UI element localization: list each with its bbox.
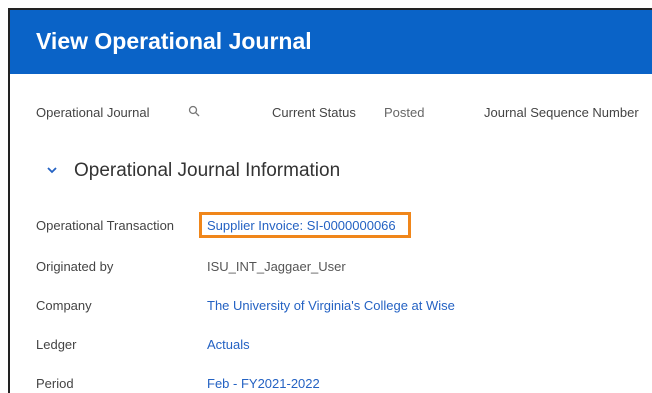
chevron-down-icon[interactable]	[46, 164, 58, 176]
period-link[interactable]: Feb - FY2021-2022	[207, 376, 320, 391]
search-icon[interactable]	[188, 105, 200, 117]
field-label: Period	[36, 376, 74, 391]
field-row-period: Period Feb - FY2021-2022	[10, 376, 652, 393]
status-bar: Operational Journal Current Status Poste…	[10, 105, 652, 125]
journal-sequence-label: Journal Sequence Number	[484, 105, 639, 120]
field-label: Ledger	[36, 337, 77, 352]
page-header: View Operational Journal	[10, 10, 652, 74]
field-label: Company	[36, 298, 92, 313]
field-row-company: Company The University of Virginia's Col…	[10, 298, 652, 318]
field-row-originated-by: Originated by ISU_INT_Jaggaer_User	[10, 259, 652, 279]
field-value: ISU_INT_Jaggaer_User	[207, 259, 346, 274]
field-row-operational-transaction: Operational Transaction Supplier Invoice…	[10, 212, 652, 238]
supplier-invoice-link[interactable]: Supplier Invoice: SI-0000000066	[207, 218, 396, 233]
page-frame: View Operational Journal Operational Jou…	[8, 8, 652, 393]
current-status-value: Posted	[384, 105, 425, 120]
operational-journal-label: Operational Journal	[36, 105, 150, 120]
field-row-ledger: Ledger Actuals	[10, 337, 652, 357]
current-status-label: Current Status	[272, 105, 356, 120]
company-link[interactable]: The University of Virginia's College at …	[207, 298, 455, 313]
ledger-link[interactable]: Actuals	[207, 337, 250, 352]
page-title: View Operational Journal	[36, 28, 312, 54]
field-label: Originated by	[36, 259, 114, 274]
field-label: Operational Transaction	[36, 218, 175, 233]
section-title: Operational Journal Information	[74, 160, 341, 181]
